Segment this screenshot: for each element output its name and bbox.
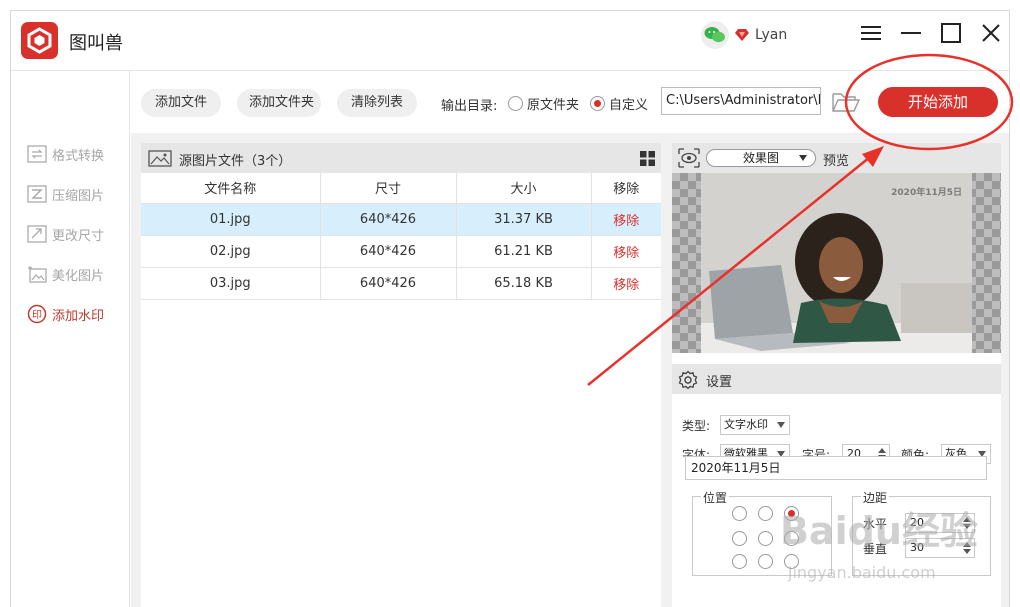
file-name-cell: 02.jpg	[141, 235, 321, 268]
beautify-icon	[28, 266, 47, 283]
sidebar-item-label: 压缩图片	[52, 188, 105, 204]
preview-header: 效果图 预览	[672, 143, 1001, 173]
type-label: 类型:	[682, 419, 711, 433]
title-bar: 图叫兽 Lyan	[11, 11, 1009, 71]
app-logo	[21, 22, 58, 59]
preview-canvas: 2020年11月5日	[672, 173, 1001, 353]
file-list-title: 源图片文件（3个）	[179, 154, 292, 169]
position-bottom-center[interactable]	[758, 554, 773, 569]
minimize-icon[interactable]	[899, 21, 923, 45]
image-icon	[148, 150, 172, 167]
close-icon[interactable]	[979, 21, 1003, 45]
column-header-name: 文件名称	[141, 173, 321, 204]
toolbar: 添加文件 添加文件夹 清除列表 输出目录: 原文件夹 自定义 C:\Users\…	[131, 71, 1009, 132]
position-bottom-left[interactable]	[732, 554, 747, 569]
filesize-cell: 61.21 KB	[456, 235, 592, 268]
clear-list-button[interactable]: 清除列表	[337, 89, 417, 117]
file-list-header: 源图片文件（3个）	[141, 143, 661, 173]
user-name: Lyan	[755, 27, 788, 43]
view-mode-select[interactable]: 效果图	[706, 149, 816, 167]
settings-header: 设置	[672, 364, 1001, 394]
output-dir-label: 输出目录:	[441, 99, 498, 114]
file-list-panel: 源图片文件（3个） 文件名称 尺寸 大小 移除 01.jpg 640*426 3…	[141, 143, 661, 607]
preview-image: 2020年11月5日	[701, 173, 972, 353]
radio-label: 自定义	[609, 98, 649, 113]
grid-view-icon[interactable]	[640, 151, 655, 166]
remove-link[interactable]: 移除	[591, 267, 661, 300]
sidebar: 格式转换 压缩图片 更改尺寸 美化图片 印 添加水印	[11, 71, 130, 607]
resize-icon	[27, 225, 47, 243]
sidebar-item-watermark[interactable]: 印 添加水印	[27, 304, 104, 324]
position-middle-center[interactable]	[758, 531, 773, 546]
position-title: 位置	[701, 489, 730, 506]
dimension-cell: 640*426	[320, 267, 457, 300]
file-name-cell: 01.jpg	[141, 203, 321, 236]
watermark-text-input[interactable]: 2020年11月5日	[685, 456, 987, 480]
remove-link[interactable]: 移除	[591, 203, 661, 236]
add-folder-button[interactable]: 添加文件夹	[237, 89, 321, 117]
sidebar-item-format-convert[interactable]: 格式转换	[27, 144, 104, 164]
filesize-cell: 65.18 KB	[456, 267, 592, 300]
position-top-left[interactable]	[732, 506, 747, 521]
sidebar-item-label: 添加水印	[52, 308, 105, 324]
file-table: 文件名称 尺寸 大小 移除 01.jpg 640*426 31.37 KB 移除…	[141, 173, 661, 300]
sidebar-item-beautify[interactable]: 美化图片	[27, 264, 104, 284]
sidebar-item-label: 美化图片	[52, 268, 105, 284]
svg-text:印: 印	[32, 309, 42, 321]
radio-original-folder[interactable]: 原文件夹	[508, 94, 579, 113]
sidebar-item-compress[interactable]: 压缩图片	[27, 184, 104, 204]
column-header-remove: 移除	[591, 173, 661, 204]
app-name: 图叫兽	[69, 33, 123, 54]
dimension-cell: 640*426	[320, 203, 457, 236]
chevron-down-icon	[777, 422, 785, 428]
file-name-cell: 03.jpg	[141, 267, 321, 300]
position-top-center[interactable]	[758, 506, 773, 521]
radio-dot	[508, 96, 523, 111]
format-convert-icon	[27, 145, 47, 163]
site-watermark-url: jingyan.baidu.com	[788, 563, 936, 582]
radio-custom-folder[interactable]: 自定义	[590, 94, 648, 113]
settings-title: 设置	[706, 375, 733, 390]
sidebar-item-resize[interactable]: 更改尺寸	[27, 224, 104, 244]
menu-icon[interactable]	[859, 21, 883, 45]
radio-label: 原文件夹	[527, 98, 580, 113]
folder-open-icon[interactable]	[831, 91, 861, 113]
table-row[interactable]: 01.jpg 640*426 31.37 KB 移除	[141, 203, 661, 236]
table-row[interactable]: 02.jpg 640*426 61.21 KB 移除	[141, 235, 661, 268]
table-row[interactable]: 03.jpg 640*426 65.18 KB 移除	[141, 267, 661, 300]
column-header-size: 尺寸	[320, 173, 457, 204]
compress-icon	[27, 185, 47, 203]
preview-label: 预览	[823, 154, 850, 169]
watermark-preview-text: 2020年11月5日	[891, 188, 962, 198]
filesize-cell: 31.37 KB	[456, 203, 592, 236]
watermark-icon: 印	[27, 304, 47, 324]
start-add-button[interactable]: 开始添加	[878, 87, 998, 117]
output-path-input[interactable]: C:\Users\Administrator\I	[661, 87, 821, 115]
maximize-icon[interactable]	[939, 21, 963, 45]
remove-link[interactable]: 移除	[591, 235, 661, 268]
column-header-filesize: 大小	[456, 173, 592, 204]
sidebar-item-label: 更改尺寸	[52, 228, 105, 244]
view-mode-value: 效果图	[742, 151, 779, 165]
type-value: 文字水印	[724, 418, 768, 431]
site-watermark: Baidu经验	[780, 509, 978, 553]
dimension-cell: 640*426	[320, 235, 457, 268]
stepper-up-icon[interactable]	[878, 448, 886, 453]
wechat-icon	[701, 21, 729, 49]
vip-diamond-icon	[735, 29, 749, 41]
radio-dot	[590, 96, 605, 111]
user-info[interactable]: Lyan	[701, 21, 787, 49]
gear-icon	[678, 370, 698, 390]
sidebar-item-label: 格式转换	[52, 148, 105, 164]
type-select[interactable]: 文字水印	[720, 415, 790, 435]
preview-photo-illustration	[701, 173, 972, 353]
position-middle-left[interactable]	[732, 531, 747, 546]
chevron-down-icon	[799, 155, 807, 161]
eye-icon	[678, 148, 700, 168]
add-file-button[interactable]: 添加文件	[141, 89, 221, 117]
